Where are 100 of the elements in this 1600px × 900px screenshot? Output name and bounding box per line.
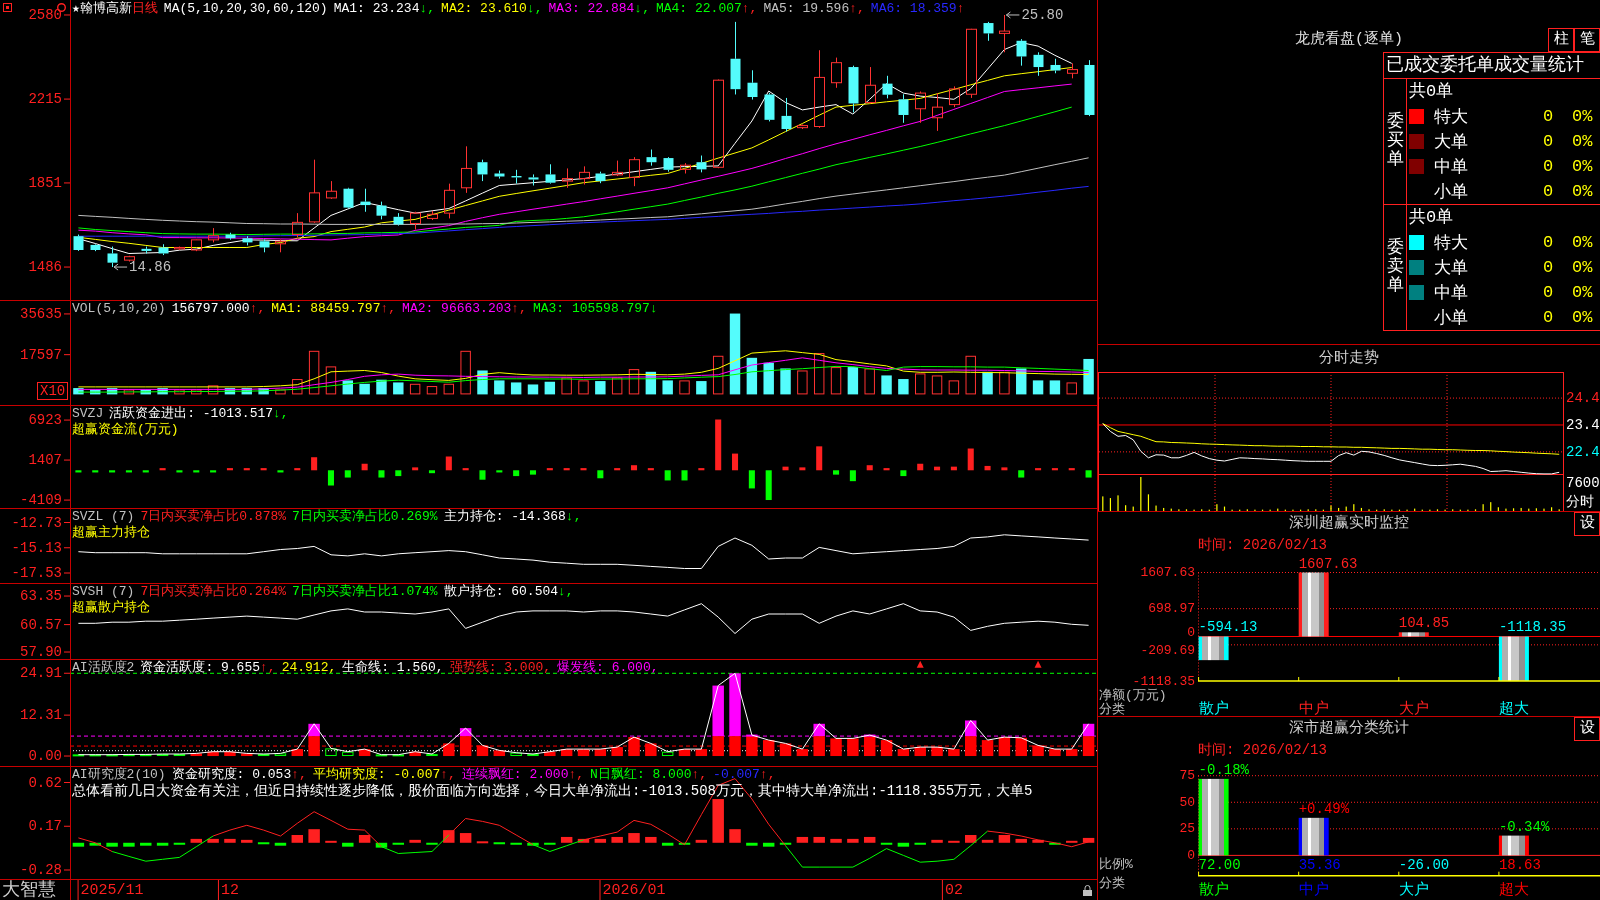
category-label: 超大 — [1498, 700, 1529, 716]
value-label: 1607.63 — [1298, 555, 1358, 572]
indicator-value: 主力持仓: -14.368 — [443, 509, 566, 525]
indicator-subtitle: 超赢散户持仓 — [72, 600, 150, 616]
indicator-value: 连续飘红: 2.000 — [461, 767, 569, 783]
trend-arrow: ↑, — [249, 301, 266, 317]
axis-title: 比例% — [1099, 856, 1133, 872]
indicator-value: 生命线: 1.560, — [342, 660, 444, 676]
trend-arrow: ↑, — [568, 767, 585, 783]
trend-arrow: ↑, — [511, 301, 527, 317]
time-label: 时间: 2026/02/13 — [1198, 742, 1327, 758]
panel-title: 分时走势 — [1319, 350, 1379, 367]
indicator-value: MA4: 22.007 — [655, 1, 742, 17]
order-size-label: 大单 — [1434, 258, 1469, 279]
indicator-value: 24.912, — [281, 660, 337, 676]
order-count: 0 — [1541, 107, 1555, 126]
date-label: 12 — [220, 881, 239, 899]
change-label: -0.18% — [1198, 761, 1249, 778]
axis-title: 分时 — [1566, 494, 1594, 510]
axis-label: 23.4 — [1566, 417, 1600, 433]
indicator-value: MA1: 23.234 — [333, 1, 420, 17]
indicator-value: 资金活跃度: 9.655 — [140, 660, 260, 676]
category-label: 大户 — [1398, 700, 1429, 716]
trend-arrow: ↓, — [273, 406, 289, 422]
axis-label: -209.69 — [1140, 642, 1195, 658]
order-percent: 0% — [1571, 258, 1594, 277]
axis-label: 0 — [1187, 847, 1195, 863]
axis-title: 净额(万元) — [1099, 687, 1167, 703]
date-label: 02 — [944, 881, 963, 899]
trend-arrow: ↓, — [419, 1, 436, 17]
indicator-subtitle: 超赢主力持仓 — [72, 525, 150, 541]
trend-arrow: ↓ — [649, 301, 658, 317]
panel-title: 深市超赢分类统计 — [1289, 718, 1409, 739]
axis-label: 6923 — [28, 412, 62, 429]
category-label: 超大 — [1498, 881, 1529, 899]
panel-title: 深圳超赢实时监控 — [1289, 513, 1409, 534]
axis-label: 12.31 — [20, 707, 62, 724]
order-count: 0 — [1541, 233, 1555, 252]
trend-arrow: ↑, — [759, 767, 776, 783]
value-label: 35.36 — [1298, 857, 1341, 873]
indicator-title: SVZL (7) — [72, 509, 135, 525]
indicator-title: VOL(5,10,20) — [72, 301, 166, 317]
indicator-value: 爆发线: 6.000, — [557, 660, 659, 676]
indicator-value: 7日内买卖净占比1.074% — [292, 584, 438, 600]
indicator-value: MA2: 96663.203 — [402, 301, 512, 317]
value-label: -1118.35 — [1498, 619, 1567, 636]
indicator-value: MA5: 19.596 — [763, 1, 850, 17]
period-label: 日线 — [131, 1, 158, 17]
axis-label: 63.35 — [20, 588, 62, 605]
trend-arrow: ↑, — [260, 660, 276, 676]
axis-label: 1607.63 — [1140, 565, 1195, 580]
category-label: 散户 — [1198, 881, 1229, 899]
order-count: 0 — [1541, 132, 1555, 151]
indicator-value: N日飘红: 8.000 — [590, 767, 692, 783]
axis-label: 698.97 — [1148, 601, 1195, 617]
indicator-value: 7日内买卖净占比0.269% — [292, 509, 438, 525]
time-label: 时间: 2026/02/13 — [1198, 537, 1327, 553]
indicator-value: 平均研究度: -0.007 — [312, 767, 441, 783]
axis-label: -15.13 — [11, 539, 62, 556]
indicator-title: SVSH (7) — [72, 584, 135, 600]
category-label: 中户 — [1298, 881, 1329, 899]
order-count: 0 — [1541, 157, 1555, 176]
category-label: 大户 — [1398, 881, 1429, 899]
order-size-label: 中单 — [1434, 283, 1469, 304]
brand-name: 大智慧 — [2, 880, 56, 900]
axis-label: 25 — [1179, 821, 1195, 837]
axis-label: -12.73 — [11, 514, 62, 531]
value-label: 104.85 — [1398, 615, 1450, 632]
indicator-value: MA1: 88459.797 — [271, 301, 381, 317]
change-label: +0.49% — [1298, 800, 1350, 817]
axis-label: 24.91 — [20, 665, 62, 682]
change-label: -0.34% — [1498, 818, 1550, 835]
side-label: 委买单 — [1386, 113, 1404, 170]
trend-arrow: ↓, — [634, 1, 650, 17]
date-label: 2025/11 — [80, 881, 144, 899]
indicator-title: AI研究度2(10) — [72, 767, 166, 783]
indicator-value: 7日内买卖净占比0.878% — [140, 509, 287, 525]
indicator-title: SVZJ — [72, 406, 104, 422]
value-label: -594.13 — [1198, 619, 1258, 636]
order-size-label: 小单 — [1434, 308, 1469, 329]
axis-label: -0.28 — [20, 862, 62, 878]
axis-label: 35635 — [20, 305, 62, 322]
trend-arrow: ↓, — [526, 1, 543, 17]
axis-label: 0.00 — [28, 748, 62, 765]
order-count: 0 — [1541, 308, 1555, 327]
stock-name: ★翰博高新 — [72, 1, 132, 17]
order-size-label: 大单 — [1434, 132, 1469, 153]
table-title: 已成交委托单成交量统计 — [1386, 55, 1584, 75]
axis-label: 1486 — [28, 259, 62, 276]
order-percent: 0% — [1571, 308, 1594, 327]
axis-label: 2215 — [28, 91, 62, 108]
axis-label: 57.90 — [20, 644, 62, 659]
order-percent: 0% — [1571, 233, 1594, 252]
side-label: 委卖单 — [1386, 239, 1404, 296]
axis-label: 1851 — [28, 174, 62, 191]
indicator-value: MA6: 18.359 — [870, 1, 957, 17]
order-total: 共0单 — [1409, 208, 1454, 227]
order-count: 0 — [1541, 182, 1555, 201]
axis-label: 0.62 — [28, 774, 62, 791]
axis-label: 1407 — [28, 452, 62, 469]
